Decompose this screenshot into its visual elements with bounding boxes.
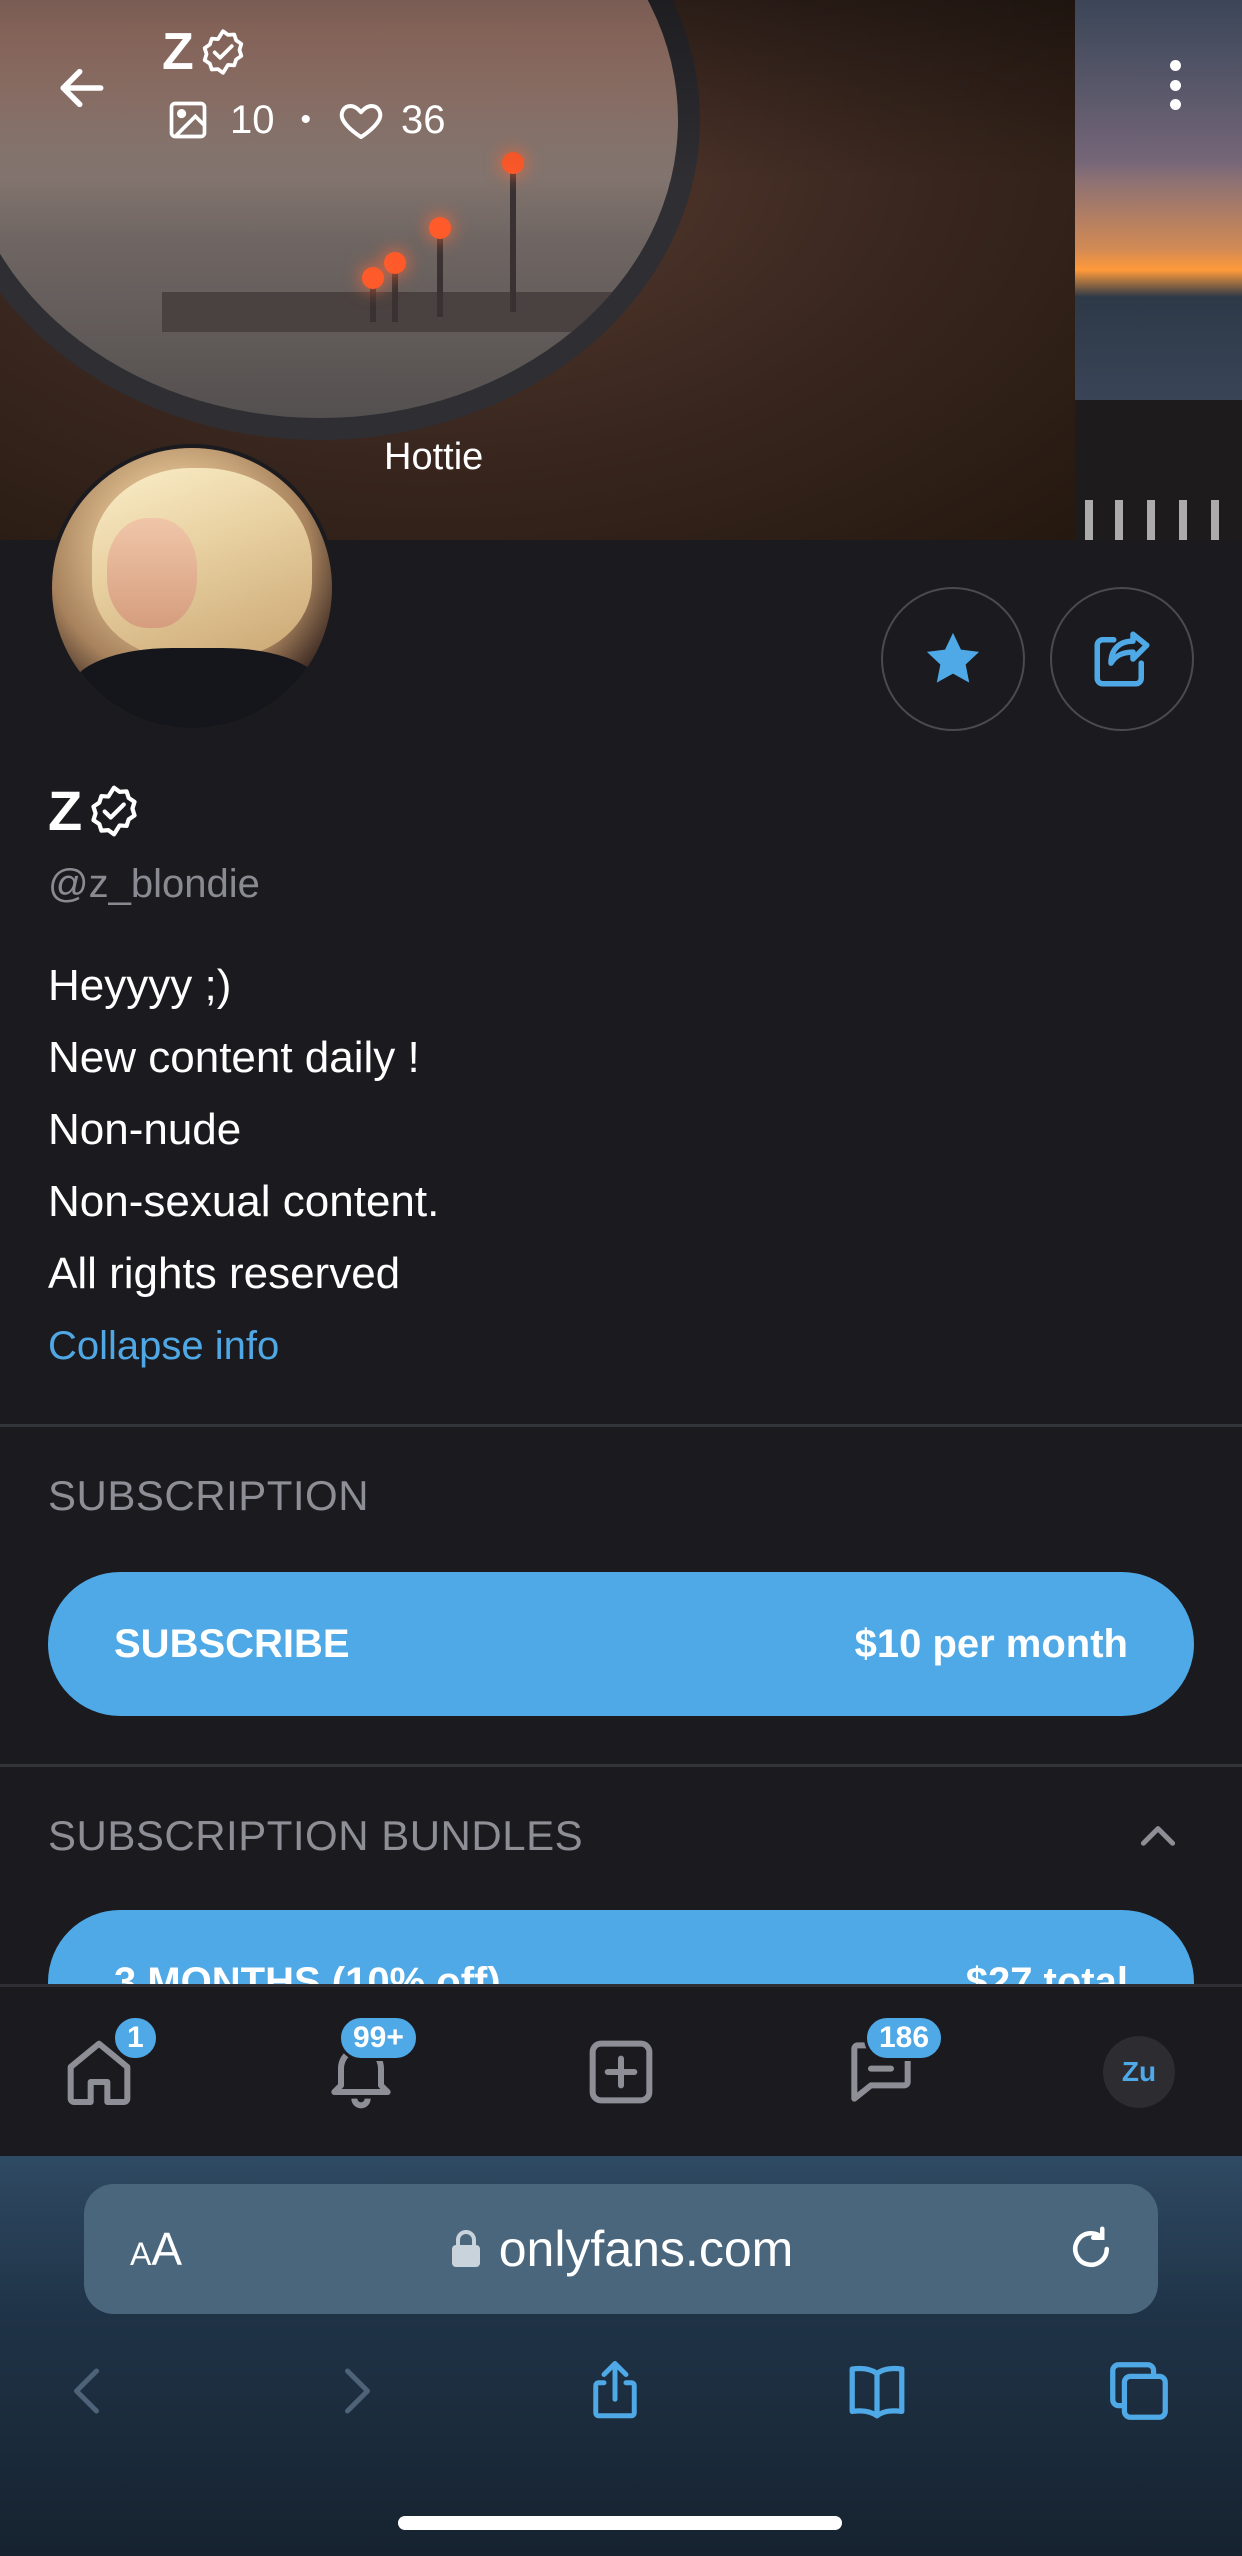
address-bar[interactable]: AA onlyfans.com: [84, 2184, 1158, 2314]
star-icon: [926, 632, 980, 683]
bio-line: Non-sexual content.: [48, 1177, 440, 1226]
home-badge: 1: [112, 2015, 159, 2061]
subscribe-button[interactable]: SUBSCRIBE $10 per month: [48, 1572, 1194, 1716]
header-stats: 10 • 36: [166, 96, 446, 144]
url-text: onlyfans.com: [498, 2221, 794, 2277]
profile-name-text: Z: [48, 779, 83, 842]
verified-badge-icon: [91, 785, 137, 836]
bio-line: New content daily !: [48, 1033, 420, 1082]
collapse-info-link[interactable]: Collapse info: [48, 1324, 279, 1369]
user-avatar: Zu: [1103, 2036, 1175, 2108]
collapse-bundles-button[interactable]: [1128, 1812, 1188, 1862]
share-profile-button[interactable]: [1050, 587, 1194, 731]
chevron-up-icon: [1140, 1826, 1176, 1846]
reload-button[interactable]: [1064, 2222, 1118, 2281]
bundle-3-months-button[interactable]: 3 MONTHS (10% off) $27 total: [48, 1910, 1194, 1984]
bundle-list: 3 MONTHS (10% off) $27 total: [0, 1900, 1242, 1984]
divider: [0, 1424, 1242, 1427]
bundle-price: $27 total: [965, 1959, 1128, 1985]
plus-square-icon: [589, 2040, 653, 2104]
browser-forward-button[interactable]: [310, 2346, 400, 2436]
bundles-section-title: SUBSCRIPTION BUNDLES: [48, 1812, 584, 1859]
bottom-tab-bar: 1 99+ 186 Zu: [0, 1984, 1242, 2156]
browser-share-button[interactable]: [570, 2346, 660, 2436]
tab-messages[interactable]: 186: [836, 2015, 945, 2117]
book-icon: [849, 2365, 905, 2419]
heart-icon: [339, 104, 383, 139]
divider: [0, 1764, 1242, 1767]
photos-count: 10: [230, 97, 275, 142]
subscription-section-title: SUBSCRIPTION: [48, 1472, 370, 1519]
more-options-button[interactable]: [1150, 50, 1200, 120]
image-icon: [169, 101, 207, 139]
verified-badge-icon: [202, 29, 243, 75]
browser-back-button[interactable]: [44, 2346, 134, 2436]
profile-bio: Heyyyy ;) New content daily ! Non-nude N…: [48, 950, 439, 1310]
bundle-label: 3 MONTHS (10% off): [114, 1959, 501, 1985]
profile-name: Z: [48, 778, 142, 843]
tab-notifications[interactable]: 99+: [316, 2015, 419, 2117]
share-icon: [1094, 631, 1150, 687]
likes-count: 36: [401, 97, 446, 142]
back-button[interactable]: [42, 48, 122, 128]
tab-profile[interactable]: Zu: [1094, 2027, 1184, 2117]
browser-tabs-button[interactable]: [1094, 2346, 1184, 2436]
bio-line: Heyyyy ;): [48, 961, 232, 1010]
notifications-badge: 99+: [338, 2015, 419, 2061]
tabs-icon: [1110, 2362, 1168, 2420]
profile-avatar[interactable]: [48, 444, 336, 732]
lock-icon: [451, 2230, 480, 2267]
subscribe-price: $10 per month: [854, 1621, 1128, 1666]
bio-line: Non-nude: [48, 1105, 242, 1154]
reload-icon: [1073, 2226, 1109, 2267]
back-arrow-icon: [60, 68, 104, 108]
cover-caption: Hottie: [384, 436, 484, 478]
chevron-left-icon: [74, 2368, 99, 2414]
messages-badge: 186: [864, 2015, 945, 2061]
header-name: Z: [162, 23, 194, 81]
home-indicator: [398, 2516, 842, 2530]
header-title: Z: [162, 22, 248, 82]
tab-new-post[interactable]: [576, 2027, 666, 2117]
share-up-icon: [593, 2361, 637, 2419]
bio-line: All rights reserved: [48, 1249, 401, 1298]
tab-home[interactable]: 1: [54, 2015, 159, 2117]
browser-bookmarks-button[interactable]: [832, 2346, 922, 2436]
more-vertical-icon: [1169, 60, 1181, 71]
url-display[interactable]: onlyfans.com: [84, 2184, 1158, 2314]
stats-separator: •: [300, 103, 312, 136]
top-bar: Z 10 • 36: [0, 0, 1242, 170]
chevron-right-icon: [345, 2368, 370, 2414]
subscribe-label: SUBSCRIBE: [114, 1621, 350, 1666]
favorite-button[interactable]: [881, 587, 1025, 731]
profile-handle: @z_blondie: [48, 862, 260, 906]
browser-chrome: AA onlyfans.com: [0, 2156, 1242, 2556]
